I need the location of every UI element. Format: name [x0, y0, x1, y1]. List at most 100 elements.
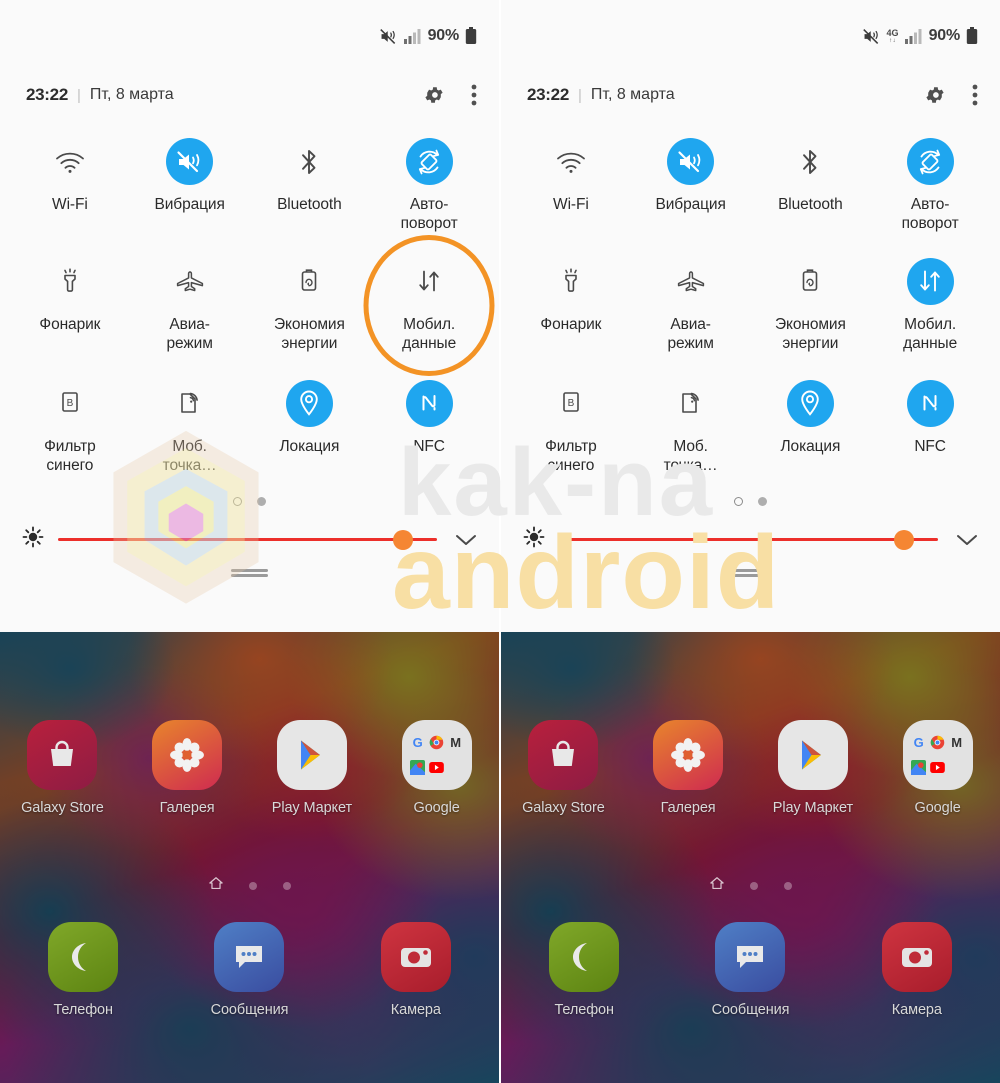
chevron-down-icon[interactable]: [952, 533, 978, 547]
tile-mobile-data[interactable]: Мобил. данные: [363, 234, 495, 376]
brightness-slider-row: [501, 526, 1000, 553]
app-label: Google: [413, 800, 460, 816]
home-icon[interactable]: [709, 876, 724, 895]
tile-bluetooth[interactable]: Bluetooth: [751, 132, 871, 234]
network-type-text: 4G: [886, 27, 899, 38]
quick-settings-panel-left: 90% 23:22 | Пт, 8 марта Wi-Fi Вибрация B…: [0, 0, 499, 632]
tile-label: Мобил. данные: [402, 315, 457, 352]
clock-time: 23:22: [527, 85, 569, 104]
gmail-icon: M: [951, 734, 963, 750]
panel-drag-handle[interactable]: [231, 569, 268, 578]
blue-light-filter-icon: B: [547, 380, 594, 427]
more-vertical-icon[interactable]: [972, 84, 978, 106]
app-gallery[interactable]: Галерея: [626, 720, 751, 816]
play-store-icon: [276, 720, 347, 790]
home-page-dot[interactable]: [282, 881, 291, 890]
dock-app-messages[interactable]: Сообщения: [166, 922, 332, 1018]
battery-icon: [465, 27, 477, 45]
status-bar-right: 4G ↑↓ 90%: [501, 0, 1000, 72]
dual-screenshot-container: 90% 23:22 | Пт, 8 марта Wi-Fi Вибрация B…: [0, 0, 1000, 1083]
battery-percent-label: 90%: [928, 27, 961, 44]
tile-vibration[interactable]: Вибрация: [130, 132, 250, 234]
location-icon: [786, 379, 834, 427]
folder-empty-slot: [448, 760, 464, 776]
messages-icon: [214, 922, 285, 992]
clock-time: 23:22: [26, 85, 68, 104]
panel-drag-handle[interactable]: [732, 569, 769, 578]
page-dot-active[interactable]: [233, 497, 242, 507]
tile-mobile-data[interactable]: Мобил. данные: [870, 252, 990, 354]
tile-wifi[interactable]: Wi-Fi: [511, 132, 631, 234]
dock-row: Телефон Сообщения Камера: [0, 922, 499, 1018]
google-g-icon: G: [913, 734, 924, 750]
app-galaxy-store[interactable]: Galaxy Store: [501, 720, 626, 816]
home-icon[interactable]: [208, 876, 223, 895]
tile-mobile-hotspot[interactable]: Моб. точка…: [130, 374, 250, 476]
tile-power-saving[interactable]: Экономия энергии: [250, 252, 370, 354]
flashlight-icon: [547, 258, 594, 305]
tile-location[interactable]: Локация: [751, 374, 871, 476]
tile-wifi[interactable]: Wi-Fi: [10, 132, 130, 234]
app-google-folder[interactable]: G M Google: [374, 720, 499, 816]
page-dot[interactable]: [257, 497, 266, 507]
dock-label: Сообщения: [210, 1002, 289, 1018]
header-separator: |: [577, 86, 582, 104]
page-dot[interactable]: [758, 497, 767, 507]
power-saving-icon: [787, 258, 834, 305]
tile-nfc[interactable]: NFC: [870, 374, 990, 476]
tile-bluetooth[interactable]: Bluetooth: [250, 132, 370, 234]
home-screen-left: Galaxy Store Галерея Play Маркет G M Goo…: [0, 632, 499, 1083]
app-play-store[interactable]: Play Маркет: [250, 720, 375, 816]
tile-blue-light-filter[interactable]: B Фильтр синего: [10, 374, 130, 476]
tile-auto-rotate[interactable]: Авто-поворот: [870, 132, 990, 234]
more-vertical-icon[interactable]: [471, 84, 477, 106]
home-page-dot[interactable]: [248, 881, 257, 890]
chevron-down-icon[interactable]: [451, 533, 477, 547]
app-google-folder[interactable]: G M Google: [875, 720, 1000, 816]
tile-airplane-mode[interactable]: Авиа-режим: [130, 252, 250, 354]
brightness-slider-knob[interactable]: [392, 529, 413, 550]
home-page-dot[interactable]: [749, 881, 758, 890]
bluetooth-icon: [286, 138, 333, 185]
tile-flashlight[interactable]: Фонарик: [511, 252, 631, 354]
tile-label: Фильтр синего: [44, 437, 96, 474]
app-play-store[interactable]: Play Маркет: [751, 720, 876, 816]
tile-location[interactable]: Локация: [250, 374, 370, 476]
tile-vibration[interactable]: Вибрация: [631, 132, 751, 234]
gear-icon[interactable]: [423, 84, 445, 106]
dock-app-camera[interactable]: Камера: [834, 922, 1000, 1018]
panel-header-right: 23:22 | Пт, 8 марта: [501, 72, 1000, 118]
tile-nfc[interactable]: NFC: [369, 374, 489, 476]
tile-mobile-hotspot[interactable]: Моб. точка…: [631, 374, 751, 476]
app-galaxy-store[interactable]: Galaxy Store: [0, 720, 125, 816]
dock-app-phone[interactable]: Телефон: [501, 922, 667, 1018]
galaxy-store-icon: [27, 720, 98, 790]
brightness-slider-knob[interactable]: [893, 529, 914, 550]
tile-flashlight[interactable]: Фонарик: [10, 252, 130, 354]
wifi-icon: [547, 138, 594, 185]
page-dot-active[interactable]: [734, 497, 743, 507]
dock-app-messages[interactable]: Сообщения: [667, 922, 833, 1018]
tile-label: Авто-поворот: [400, 196, 458, 232]
home-page-dot[interactable]: [783, 881, 792, 890]
tile-airplane-mode[interactable]: Авиа-режим: [631, 252, 751, 354]
tile-blue-light-filter[interactable]: B Фильтр синего: [511, 374, 631, 476]
tile-auto-rotate[interactable]: Авто-поворот: [369, 132, 489, 234]
tile-label: Моб. точка…: [663, 437, 718, 474]
dock-app-phone[interactable]: Телефон: [0, 922, 166, 1018]
quick-tiles-grid-left: Wi-Fi Вибрация Bluetooth Авто- поворот Ф…: [0, 118, 499, 475]
dock-label: Камера: [891, 1002, 942, 1018]
tile-power-saving[interactable]: Экономия энергии: [751, 252, 871, 354]
brightness-slider-track[interactable]: [58, 529, 437, 550]
brightness-slider-track[interactable]: [559, 529, 938, 550]
dock-app-camera[interactable]: Камера: [333, 922, 499, 1018]
airplane-icon: [166, 258, 213, 305]
mobile-data-icon: [406, 258, 453, 305]
gear-icon[interactable]: [924, 84, 946, 106]
hotspot-icon: [166, 380, 213, 427]
app-gallery[interactable]: Галерея: [125, 720, 250, 816]
panel-header-left: 23:22 | Пт, 8 марта: [0, 72, 499, 118]
network-arrows: ↑↓: [889, 37, 897, 44]
phone-screenshot-right: 4G ↑↓ 90% 23:22 | Пт, 8 марта Wi-Fi Вибр…: [501, 0, 1000, 1083]
blue-light-filter-icon: B: [46, 380, 93, 427]
